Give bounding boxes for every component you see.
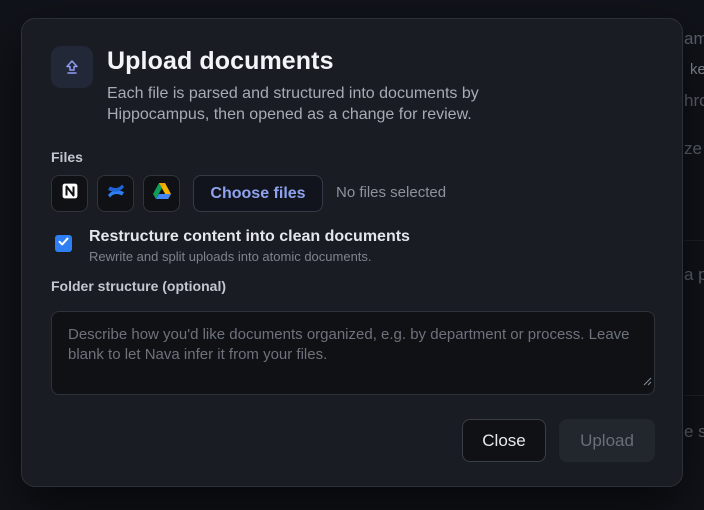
upload-icon: [51, 46, 93, 88]
background-divider: [684, 240, 704, 241]
background-text: a p: [684, 265, 704, 284]
folder-structure-label: Folder structure (optional): [51, 278, 226, 294]
resize-grip-icon[interactable]: [643, 372, 652, 392]
dialog-description: Each file is parsed and structured into …: [107, 85, 479, 123]
background-divider: [684, 395, 704, 396]
restructure-checkbox[interactable]: [55, 235, 72, 252]
notion-icon: [60, 181, 80, 206]
folder-structure-input[interactable]: Describe how you'd like documents organi…: [51, 311, 655, 395]
google-drive-source-button[interactable]: [143, 175, 180, 212]
files-label: Files: [51, 149, 83, 165]
background-text: hro: [684, 91, 704, 110]
notion-source-button[interactable]: [51, 175, 88, 212]
file-status: No files selected: [336, 184, 447, 201]
choose-files-button[interactable]: Choose files: [193, 175, 323, 212]
confluence-icon: [105, 180, 127, 207]
upload-dialog: Upload documents Each file is parsed and…: [21, 18, 683, 487]
restructure-label[interactable]: Restructure content into clean documents: [89, 228, 410, 246]
dialog-title: Upload documents: [107, 47, 334, 75]
background-text: ke: [690, 61, 704, 78]
upload-button[interactable]: Upload: [559, 419, 655, 462]
background-text: e s: [684, 422, 704, 441]
google-drive-icon: [151, 180, 173, 207]
confluence-source-button[interactable]: [97, 175, 134, 212]
folder-structure-placeholder: Describe how you'd like documents organi…: [68, 326, 630, 363]
restructure-sublabel: Rewrite and split uploads into atomic do…: [89, 249, 372, 264]
close-button[interactable]: Close: [462, 419, 546, 462]
check-icon: [57, 235, 70, 253]
background-text: am: [684, 29, 704, 48]
background-text: ze: [684, 139, 702, 158]
